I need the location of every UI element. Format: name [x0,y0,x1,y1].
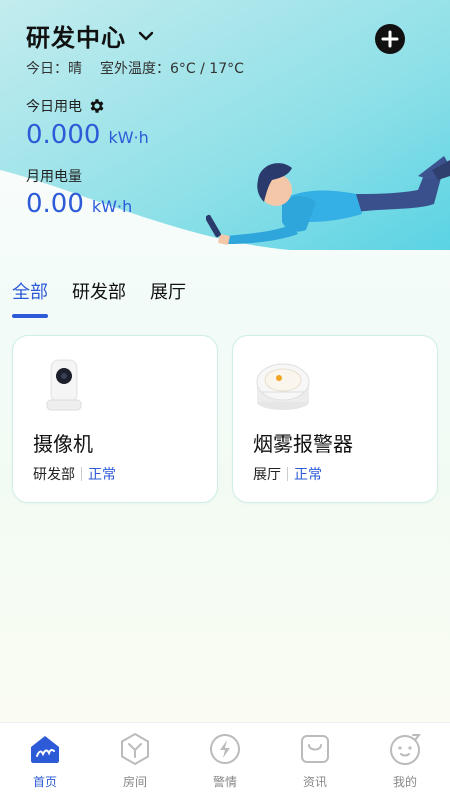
news-icon [301,735,329,763]
month-power-unit: kW·h [91,197,133,216]
hero-header: 研发中心 今日：晴 室外温度：6°C / 17°C 今日用电 0.000 kW·… [0,0,450,250]
month-power: 0.00 kW·h [26,189,132,219]
tabbar-label: 首页 [32,775,57,789]
divider [81,467,82,481]
home-icon [31,736,59,763]
weather-outdoor-temp: 室外温度：6°C / 17°C [100,61,244,77]
device-name: 摄像机 [33,432,93,456]
device-card-camera[interactable]: 摄像机 研发部 正常 [12,335,218,503]
page-title: 研发中心 [26,24,126,52]
tabbar-news[interactable]: 资讯 [270,723,360,800]
tab-showroom[interactable]: 展厅 [150,278,186,314]
today-power-label: 今日用电 [26,99,82,115]
device-meta: 研发部 正常 [33,464,116,484]
today-power: 0.000 kW·h [26,120,149,150]
device-status: 正常 [88,467,116,483]
tabbar-alert[interactable]: 警情 [180,723,270,800]
profile-icon [390,734,422,765]
tabbar-label: 我的 [392,775,417,789]
location-selector[interactable]: 研发中心 [26,18,156,53]
device-card-smoke-detector[interactable]: 烟雾报警器 展厅 正常 [232,335,438,503]
plus-icon [381,30,399,48]
bottom-tab-bar: 首页 房间 警情 资讯 我的 [0,722,450,800]
room-tabs: 全部 研发部 展厅 [12,278,186,318]
tabbar-label: 房间 [122,775,147,789]
device-meta: 展厅 正常 [253,464,322,484]
today-power-label-row: 今日用电 [26,96,106,116]
person-illustration [206,156,450,245]
tab-all[interactable]: 全部 [12,278,48,318]
weather-info: 今日：晴 室外温度：6°C / 17°C [26,58,244,78]
month-power-value: 0.00 [26,189,84,219]
tabbar-home[interactable]: 首页 [0,723,90,800]
tabbar-profile[interactable]: 我的 [360,723,450,800]
device-status: 正常 [294,467,322,483]
tabbar-room[interactable]: 房间 [90,723,180,800]
device-name: 烟雾报警器 [253,432,353,456]
today-power-unit: kW·h [108,128,149,147]
device-room: 研发部 [33,467,75,483]
device-room: 展厅 [253,467,281,483]
today-power-value: 0.000 [26,120,101,150]
alert-icon [210,734,240,764]
add-button[interactable] [375,24,405,54]
month-power-label: 月用电量 [26,169,82,185]
room-icon [121,732,149,766]
chevron-down-icon [138,31,154,40]
camera-icon [46,359,82,411]
tab-rnd[interactable]: 研发部 [72,278,126,314]
gear-icon[interactable] [88,97,106,115]
tabbar-label: 资讯 [302,775,327,789]
smoke-detector-icon [256,363,310,410]
tabbar-label: 警情 [212,775,237,789]
weather-today: 今日：晴 [26,61,82,77]
divider [287,467,288,481]
